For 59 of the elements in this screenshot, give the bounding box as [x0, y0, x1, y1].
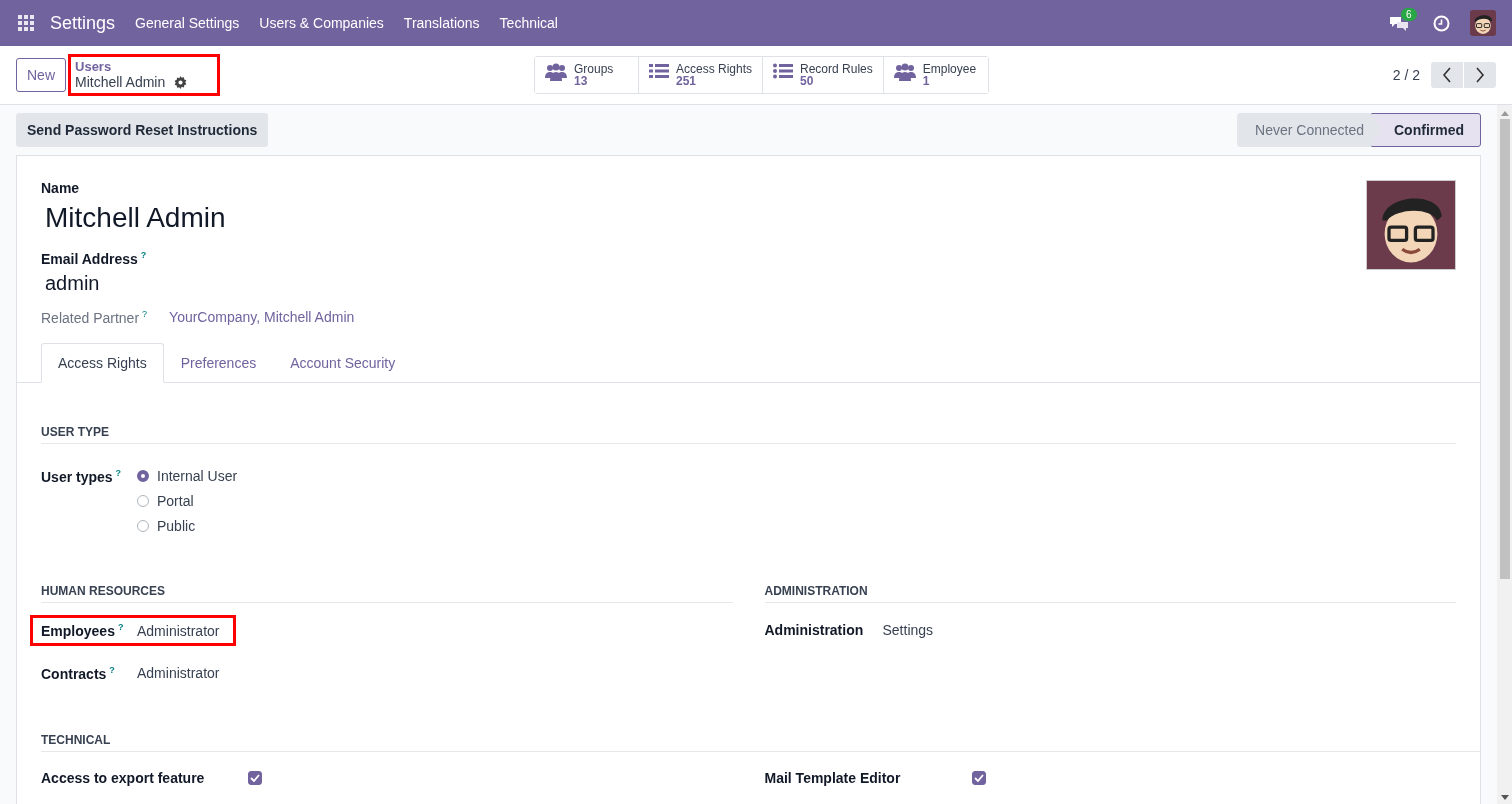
help-icon[interactable]: ? [140, 250, 147, 260]
status-stage[interactable]: Never Connected [1237, 113, 1381, 147]
smart-button[interactable]: Groups 13 [535, 57, 639, 93]
field-label: Email Address [41, 250, 138, 267]
help-icon[interactable]: ? [115, 468, 122, 479]
list-icon [649, 63, 669, 79]
tab[interactable]: Preferences [163, 343, 274, 384]
menu-item[interactable]: Users & Companies [259, 15, 384, 31]
people-icon [545, 63, 567, 81]
select-field[interactable]: Administrator [137, 665, 220, 682]
tab[interactable]: Account Security [273, 343, 413, 384]
previous-button[interactable] [1431, 62, 1463, 88]
section-heading: USER TYPE [41, 425, 1456, 445]
app-name[interactable]: Settings [50, 12, 116, 34]
menu-item[interactable]: Translations [403, 15, 480, 31]
radio-option[interactable]: Portal [137, 493, 238, 510]
field-label: Name [41, 180, 81, 196]
user-avatar [1470, 10, 1496, 36]
radio-option[interactable]: Public [137, 518, 238, 535]
field-label: Access to export feature [41, 769, 206, 786]
new-button[interactable]: New [16, 58, 66, 92]
pager-counter: 2 / 2 [1392, 67, 1420, 83]
radio-option[interactable]: Internal User [137, 468, 238, 485]
select-field[interactable]: Settings [882, 622, 934, 639]
clock-icon[interactable] [1433, 14, 1450, 32]
email-field[interactable]: admin [45, 268, 355, 297]
field-label: Contracts [41, 665, 107, 682]
reset-password-button[interactable]: Send Password Reset Instructions [16, 113, 269, 147]
checkbox[interactable] [248, 770, 262, 785]
breadcrumb-link[interactable]: Users [75, 60, 188, 74]
field-label: Related Partner [41, 309, 140, 326]
next-button[interactable] [1464, 62, 1496, 88]
section-heading: ADMINISTRATION [764, 584, 1456, 604]
chevron-left-icon [1442, 67, 1452, 83]
section-heading: HUMAN RESOURCES [41, 584, 733, 604]
name-field[interactable]: Mitchell Admin [45, 200, 355, 236]
bullet-list-icon [773, 63, 794, 79]
help-icon[interactable]: ? [142, 308, 148, 319]
breadcrumb-current: Mitchell Admin [75, 74, 166, 90]
help-icon[interactable]: ? [109, 664, 115, 675]
help-icon[interactable]: ? [117, 622, 124, 633]
select-field[interactable]: Administrator [137, 622, 220, 639]
menu-item[interactable]: Technical [499, 15, 558, 31]
field-label: Employees [41, 622, 115, 639]
gear-icon[interactable] [174, 75, 188, 89]
menu-item[interactable]: General Settings [135, 15, 240, 31]
field-label: Mail Template Editor [764, 769, 902, 786]
chevron-right-icon [1475, 67, 1485, 83]
people-icon [893, 63, 916, 81]
section-heading: TECHNICAL [41, 732, 1480, 752]
field-label: Administration [764, 622, 864, 639]
scroll-down-arrow-icon[interactable] [1500, 795, 1509, 800]
status-stage[interactable]: Confirmed [1371, 113, 1481, 147]
partner-link[interactable]: YourCompany, Mitchell Admin [169, 308, 355, 326]
field-label: User types [41, 468, 113, 485]
tab[interactable]: Access Rights [41, 343, 164, 384]
checkbox[interactable] [971, 770, 986, 785]
apps-menu-icon[interactable] [18, 15, 34, 31]
message-count-badge: 6 [1401, 8, 1417, 21]
